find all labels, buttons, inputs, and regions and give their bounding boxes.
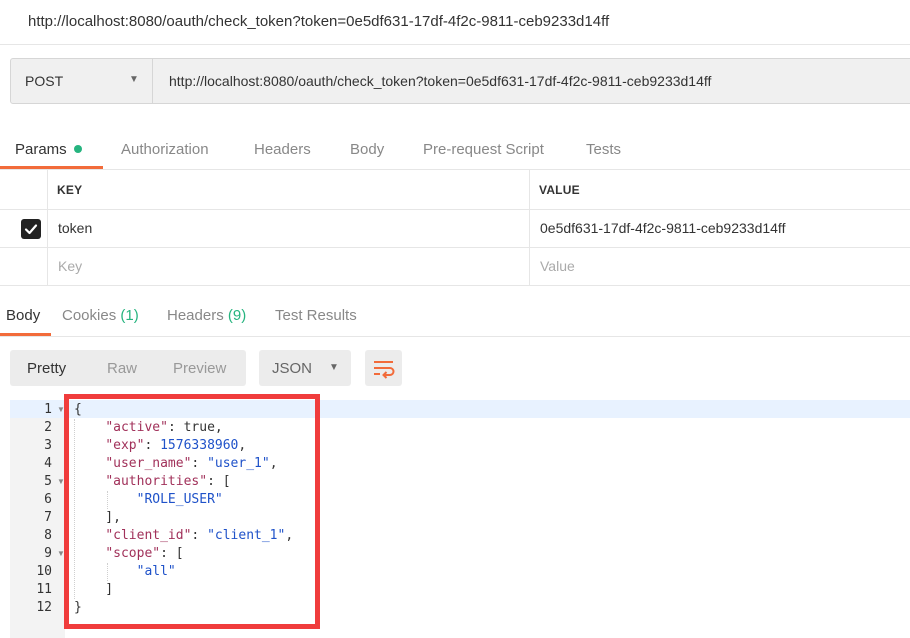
pretty-button[interactable]: Pretty [27, 360, 66, 377]
tab-cookies-label: Cookies [62, 307, 117, 324]
line-number: 11 [36, 582, 52, 597]
param-value-field[interactable]: 0e5df631-17df-4f2c-9811-ceb9233d14ff [540, 220, 785, 236]
format-label: JSON [272, 360, 313, 377]
wrap-lines-icon [374, 361, 395, 379]
table-divider [47, 170, 48, 285]
tab-pre-request-script[interactable]: Pre-request Script [423, 141, 544, 158]
tab-tests[interactable]: Tests [586, 141, 621, 158]
window-title: http://localhost:8080/oauth/check_token?… [28, 13, 610, 30]
table-divider [0, 209, 910, 210]
divider [0, 336, 910, 337]
tab-params[interactable]: Params [15, 141, 67, 158]
tab-response-body[interactable]: Body [6, 307, 40, 324]
param-enabled-checkbox[interactable] [21, 219, 41, 239]
tab-body[interactable]: Body [350, 141, 384, 158]
tab-authorization[interactable]: Authorization [121, 141, 209, 158]
chevron-down-icon: ▼ [329, 362, 339, 373]
params-indicator-dot [74, 145, 82, 153]
column-header-value: VALUE [539, 183, 580, 197]
preview-button[interactable]: Preview [173, 360, 226, 377]
line-number: 1 [44, 402, 52, 417]
raw-button[interactable]: Raw [107, 360, 137, 377]
tab-response-headers[interactable]: Headers (9) [167, 307, 246, 324]
tab-test-results[interactable]: Test Results [275, 307, 357, 324]
line-number: 2 [44, 420, 52, 435]
tab-headers-label: Headers [167, 307, 224, 324]
annotation-highlight-box [64, 394, 320, 629]
new-param-key-input[interactable]: Key [58, 258, 82, 274]
line-number: 12 [36, 600, 52, 615]
line-number: 4 [44, 456, 52, 471]
table-divider [529, 170, 530, 285]
new-param-value-input[interactable]: Value [540, 258, 575, 274]
headers-count: (9) [227, 307, 247, 324]
tab-cookies[interactable]: Cookies (1) [62, 307, 139, 324]
url-input[interactable]: http://localhost:8080/oauth/check_token?… [152, 58, 910, 104]
line-number: 9 [44, 546, 52, 561]
tab-headers[interactable]: Headers [254, 141, 311, 158]
method-select[interactable]: POST ▼ [10, 58, 153, 104]
line-number: 8 [44, 528, 52, 543]
line-number: 10 [36, 564, 52, 579]
line-number: 3 [44, 438, 52, 453]
divider [0, 169, 910, 170]
method-label: POST [25, 73, 64, 89]
table-divider [0, 285, 910, 286]
checkmark-icon [24, 224, 38, 235]
column-header-key: KEY [57, 183, 83, 197]
cookies-count: (1) [120, 307, 139, 324]
wrap-lines-button[interactable] [365, 350, 402, 386]
chevron-down-icon: ▼ [129, 74, 139, 85]
table-divider [0, 247, 910, 248]
line-number: 7 [44, 510, 52, 525]
line-number: 5 [44, 474, 52, 489]
line-number: 6 [44, 492, 52, 507]
param-key-field[interactable]: token [58, 220, 92, 236]
